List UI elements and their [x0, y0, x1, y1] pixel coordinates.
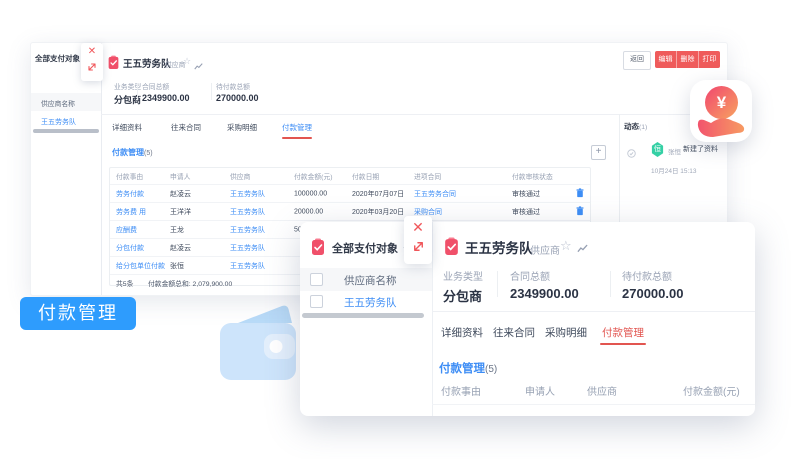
reason-link[interactable]: 分包付款	[116, 243, 144, 253]
horizontal-scrollbar[interactable]	[302, 313, 424, 318]
expand-icon[interactable]	[81, 60, 103, 77]
tab-purchase[interactable]: 采购明细	[545, 325, 587, 340]
stat-pending-total: 待付款总额 270000.00	[216, 81, 259, 103]
tab-underline	[600, 343, 646, 345]
stat-contract-total: 合同总额 2349900.00	[142, 81, 190, 103]
table-header-row: 付款事由 申请人 供应商 付款金额(元) 付款日期 进项合同 付款审核状态	[110, 168, 590, 184]
tab-contracts[interactable]: 往来合同	[493, 325, 535, 340]
page-title: 王五劳务队	[123, 56, 171, 70]
edit-button[interactable]: 编辑	[655, 51, 677, 68]
wallet-illustration	[218, 304, 298, 382]
clipboard-icon	[443, 237, 460, 261]
yen-hand-card: ¥	[690, 80, 752, 142]
supplier-column-header: 供应商名称	[31, 93, 101, 111]
section-title: 付款管理(5)	[439, 360, 497, 376]
activity-user: 张恒	[668, 146, 681, 156]
payment-detail-window-zoomed: 全部支付对象 供应商名称 王五劳务队 ✕ 王五劳务队 供应商 ☆	[300, 222, 755, 416]
col-header-amount: 付款金额(元)	[683, 383, 740, 398]
stat-business-type: 业务类型 分包商	[443, 268, 483, 305]
close-icon[interactable]: ✕	[404, 216, 432, 239]
tab-purchase[interactable]: 采购明细	[227, 122, 257, 133]
avatar: 恒	[651, 142, 664, 157]
row-delete-icon[interactable]	[576, 188, 584, 200]
contract-link[interactable]: 王五劳务合同	[414, 189, 456, 199]
activity-action: 新建了资料	[683, 144, 718, 154]
tab-contracts[interactable]: 往来合同	[171, 122, 201, 133]
supplier-list-item[interactable]: 王五劳务队	[300, 291, 432, 313]
tab-underline	[282, 137, 312, 139]
select-all-checkbox[interactable]	[310, 273, 323, 286]
action-button-group: 编辑 删除 打印	[655, 51, 720, 68]
divider	[610, 271, 611, 297]
trend-icon[interactable]	[194, 58, 203, 76]
print-button[interactable]: 打印	[699, 51, 720, 68]
supplier-link[interactable]: 王五劳务队	[230, 261, 265, 271]
table-row: 劳务费 用 王洋洋 王五劳务队 20000.00 2020年03月20日 采购合…	[110, 202, 590, 220]
check-circle-icon	[627, 145, 636, 163]
stat-pending-total: 待付款总额 270000.00	[622, 268, 683, 301]
divider	[432, 404, 755, 405]
table-row: 劳务付款 赵凌云 王五劳务队 100000.00 2020年07月07日 王五劳…	[110, 184, 590, 202]
supplier-tag: 供应商	[530, 242, 560, 257]
col-header-supplier: 供应商	[587, 383, 617, 398]
expand-icon[interactable]	[404, 239, 432, 261]
star-icon[interactable]: ☆	[560, 238, 572, 254]
tab-payment[interactable]: 付款管理	[602, 325, 644, 340]
col-header-applicant: 申请人	[525, 383, 555, 398]
stat-contract-total: 合同总额 2349900.00	[510, 268, 579, 301]
pay-target-dropdown[interactable]: 全部支付对象	[332, 240, 412, 256]
reason-link[interactable]: 给分包单位付款	[116, 261, 165, 271]
col-header-reason: 付款事由	[441, 383, 481, 398]
row-count: 共5条	[116, 278, 133, 288]
page: 全部支付对象 供应商名称 王五劳务队 ✕ 王五劳务队 供应商 ☆ 返回 编辑 删…	[0, 0, 792, 459]
supplier-link[interactable]: 王五劳务队	[230, 243, 265, 253]
supplier-link[interactable]: 王五劳务队	[230, 207, 265, 217]
contract-link[interactable]: 采购合同	[414, 207, 442, 217]
supplier-link[interactable]: 王五劳务队	[230, 225, 265, 235]
reason-link[interactable]: 应酬费	[116, 225, 137, 235]
add-payment-button[interactable]: +	[591, 145, 606, 160]
tab-payment[interactable]: 付款管理	[282, 122, 312, 133]
horizontal-scrollbar[interactable]	[33, 129, 99, 133]
amount-sum: 付款金额总和: 2,079,900.00	[148, 278, 232, 288]
supplier-column-header: 供应商名称	[300, 268, 432, 291]
reason-link[interactable]: 劳务付款	[116, 189, 144, 199]
panel-controls: ✕	[404, 216, 432, 264]
tab-detail[interactable]: 详细资料	[112, 122, 142, 133]
close-icon[interactable]: ✕	[81, 43, 103, 60]
status-text: 审核通过	[512, 207, 540, 217]
divider	[137, 83, 138, 100]
divider	[432, 311, 755, 312]
divider	[211, 83, 212, 100]
supplier-link[interactable]: 王五劳务队	[230, 189, 265, 199]
row-delete-icon[interactable]	[576, 206, 584, 218]
tab-detail[interactable]: 详细资料	[441, 325, 483, 340]
clipboard-icon	[107, 55, 120, 75]
activity-time: 10月24日 15:13	[651, 165, 697, 175]
back-button[interactable]: 返回	[623, 51, 651, 70]
divider	[497, 271, 498, 297]
hand-icon	[695, 113, 747, 139]
pay-target-dropdown-label: 全部支付对象	[35, 54, 80, 63]
divider	[101, 114, 727, 115]
supplier-list-item[interactable]: 王五劳务队	[31, 111, 101, 129]
row-checkbox[interactable]	[310, 295, 323, 308]
star-icon[interactable]: ☆	[183, 56, 191, 67]
trend-icon[interactable]	[577, 241, 588, 259]
reason-link[interactable]: 劳务费 用	[116, 207, 146, 217]
panel-controls: ✕	[81, 43, 103, 81]
activity-title: 动态(1)	[624, 121, 647, 132]
page-title: 王五劳务队	[465, 237, 533, 257]
status-text: 审核通过	[512, 189, 540, 199]
clipboard-icon	[310, 238, 326, 261]
payment-management-badge: 付款管理	[20, 297, 136, 330]
delete-button[interactable]: 删除	[677, 51, 699, 68]
section-title: 付款管理(5)	[112, 147, 153, 158]
